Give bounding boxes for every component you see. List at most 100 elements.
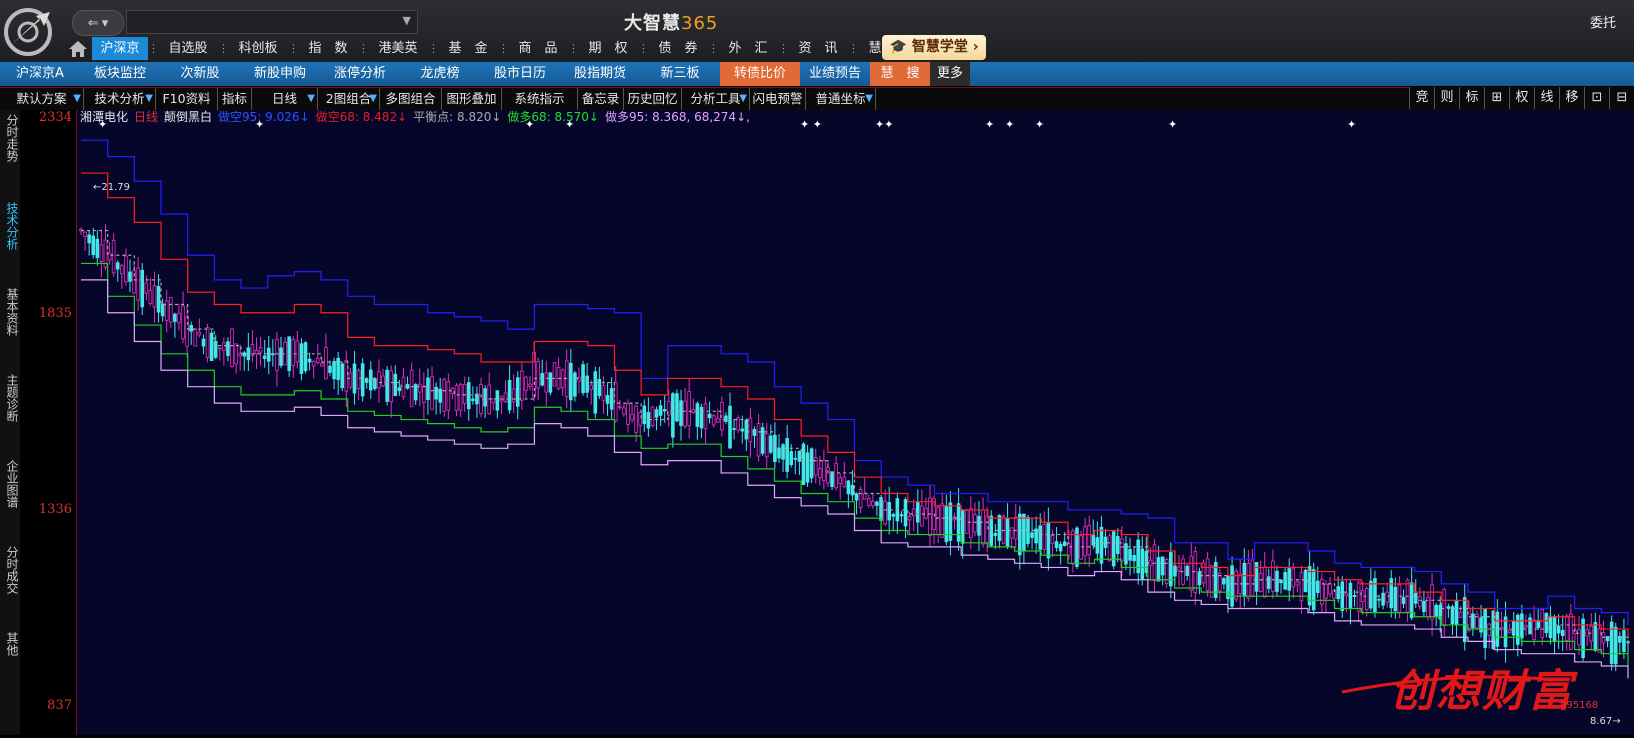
toolbar-item-0[interactable]: 默认方案 ▼ [0, 88, 84, 110]
toolbar-item-10[interactable]: 历史回忆 [624, 88, 682, 110]
candle-body [891, 513, 896, 517]
submenu-item-6[interactable]: 股市日历 [480, 62, 560, 86]
menu-item-7[interactable]: 期 权 [578, 37, 638, 60]
right-tool-8[interactable]: ⊟ [1609, 87, 1634, 109]
submenu-item-8[interactable]: 新三板 [640, 62, 720, 86]
menu-item-1[interactable]: 自选股 [158, 37, 218, 60]
signal-marker: ✦ [1347, 118, 1357, 131]
side-tab-4[interactable]: 企业图谱 [2, 460, 19, 508]
legend-item-7: 做多95: 8.368, 68,274↓, [604, 110, 750, 124]
candle-body [128, 271, 132, 282]
candle-body [356, 370, 361, 389]
toolbar-item-8[interactable]: 系统指示 [502, 88, 578, 110]
candle-body [650, 406, 655, 426]
submenu-item-5[interactable]: 龙虎榜 [400, 62, 480, 86]
right-tool-2[interactable]: 标 [1459, 87, 1484, 109]
right-tool-5[interactable]: 线 [1534, 87, 1559, 109]
right-tool-0[interactable]: 竞 [1409, 87, 1434, 109]
side-tab-0[interactable]: 分时走势 [2, 114, 19, 162]
y-tick-label: 837 [47, 698, 72, 713]
submenu-item-10[interactable]: 业绩预告 [800, 62, 870, 86]
candle-body [899, 514, 904, 517]
menu-separator: ⋮ [288, 42, 299, 55]
toolbar-item-3[interactable]: 指标 [218, 88, 252, 110]
side-tab-3[interactable]: 主题诊断 [2, 374, 19, 422]
submenu-item-3[interactable]: 新股申购 [240, 62, 320, 86]
candle-body [785, 438, 789, 472]
menu-item-4[interactable]: 港美英 [368, 37, 428, 60]
kline-chart-svg [79, 139, 1630, 694]
toolbar-item-1[interactable]: 技术分析 ▼ [84, 88, 156, 110]
candle-body [903, 499, 908, 527]
toolbar-label: 历史回忆 [627, 91, 678, 106]
high-price-label: ←21.79 [93, 182, 131, 193]
candle-body [1418, 596, 1422, 607]
submenu-item-7[interactable]: 股指期货 [560, 62, 640, 86]
toolbar-item-13[interactable]: 普通坐标 ▼ [806, 88, 876, 110]
menu-item-5[interactable]: 基 金 [438, 37, 498, 60]
side-tab-6[interactable]: 其他 [2, 632, 19, 656]
side-tab-1[interactable]: 技术分析 [2, 202, 19, 250]
candle-body [826, 467, 830, 484]
right-tool-1[interactable]: 则 [1434, 87, 1459, 109]
submenu-item-12[interactable]: 更多 [930, 62, 970, 86]
candle-body [311, 360, 316, 367]
toolbar-item-5[interactable]: 2图组合 ▼ [318, 88, 380, 110]
right-tool-3[interactable]: ⊞ [1484, 87, 1509, 109]
candle-body [1507, 629, 1512, 634]
menu-item-0[interactable]: 沪深京 [92, 37, 148, 60]
submenu-item-2[interactable]: 次新股 [160, 62, 240, 86]
toolbar-item-4[interactable]: 日线 ▼ [252, 88, 318, 110]
candle-body [1283, 572, 1287, 590]
candle-body [1030, 532, 1034, 538]
menu-item-2[interactable]: 科创板 [228, 37, 288, 60]
candle-body [1364, 587, 1369, 610]
submenu-item-9[interactable]: 转债比价 [720, 62, 800, 86]
candle-body [115, 262, 120, 270]
right-tool-6[interactable]: 移 [1559, 87, 1584, 109]
y-tick-label: 1336 [38, 502, 72, 517]
side-tab-2[interactable]: 基本资料 [2, 288, 19, 336]
menu-item-8[interactable]: 债 券 [648, 37, 708, 60]
candle-body [536, 361, 540, 389]
candle-body [434, 386, 438, 400]
weituo-button[interactable]: 委托 [1590, 12, 1616, 31]
home-icon[interactable] [68, 40, 88, 58]
candle-body [744, 419, 749, 440]
submenu-item-1[interactable]: 板块监控 [80, 62, 160, 86]
toolbar-item-11[interactable]: 分析工具 ▼ [682, 88, 750, 110]
y-tick-label: 2334 [38, 110, 72, 125]
toolbar-item-9[interactable]: 备忘录 [578, 88, 624, 110]
menu-item-9[interactable]: 外 汇 [718, 37, 778, 60]
right-tool-7[interactable]: ⊡ [1584, 87, 1609, 109]
candle-body [1528, 617, 1532, 635]
toolbar-item-2[interactable]: F10资料 [156, 88, 218, 110]
kline-chart[interactable] [77, 110, 1634, 735]
candle-body [1197, 571, 1202, 586]
toolbar-item-6[interactable]: 多图组合 [380, 88, 442, 110]
menu-item-3[interactable]: 指 数 [298, 37, 358, 60]
zhihui-xuetang-button[interactable]: 🎓 智慧学堂 › [882, 35, 986, 60]
side-tab-5[interactable]: 分时成交 [2, 546, 19, 594]
address-dropdown[interactable]: ▼ [126, 10, 418, 34]
toolbar-item-7[interactable]: 图形叠加 [442, 88, 502, 110]
candle-body [866, 498, 871, 506]
toolbar-item-12[interactable]: 闪电预警 [750, 88, 806, 110]
main-menu: 沪深京 ⋮ 自选股 ⋮ 科创板 ⋮ 指 数 ⋮ 港美英 ⋮ 基 金 ⋮ 商 品 ⋮ 期 权 ⋮ 债 券 ⋮ 外 汇 ⋮… [92, 37, 918, 60]
right-tool-4[interactable]: 权 [1509, 87, 1534, 109]
candle-body [111, 240, 116, 274]
candle-body [1536, 620, 1541, 629]
back-forward-button[interactable]: ⇐ ▾ [72, 10, 124, 36]
candle-body [1107, 535, 1112, 562]
signal-marker: ✦ [98, 118, 108, 131]
submenu-item-0[interactable]: 沪深京A [0, 62, 80, 86]
menu-item-6[interactable]: 商 品 [508, 37, 568, 60]
candle-body [242, 352, 247, 357]
menu-item-10[interactable]: 资 讯 [788, 37, 848, 60]
submenu-item-4[interactable]: 涨停分析 [320, 62, 400, 86]
candle-body [1058, 543, 1063, 552]
candle-body [695, 403, 700, 427]
submenu-item-11[interactable]: 慧 搜 [870, 62, 930, 86]
candle-body [87, 234, 91, 244]
candle-body [1222, 578, 1226, 585]
